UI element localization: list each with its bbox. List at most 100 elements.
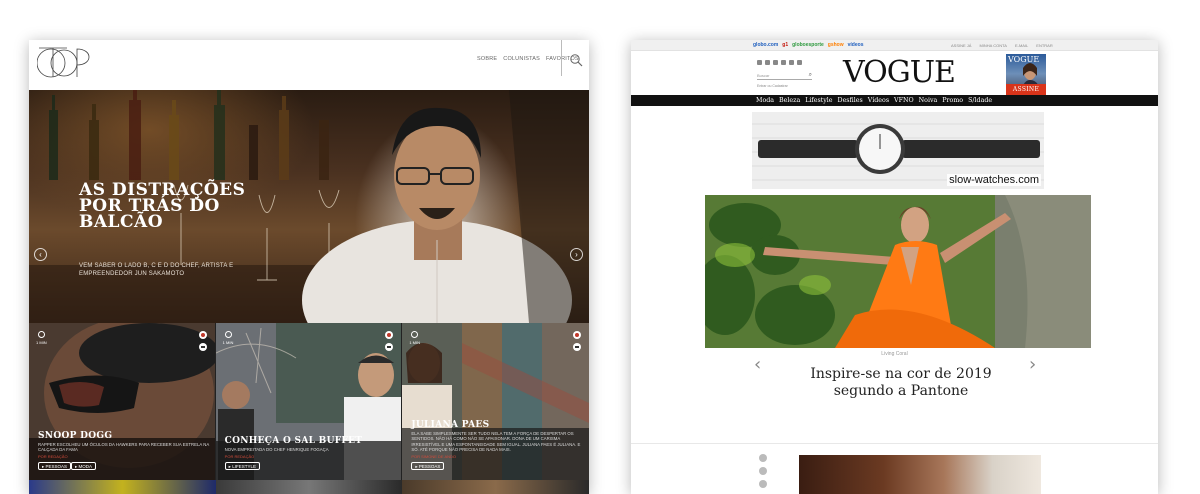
search-placeholder: Buscar xyxy=(757,73,770,78)
article-card-snoop-dogg[interactable]: 1 MIN SNOOP DOGG RAPPER ESCOLHEU UM ÓCUL… xyxy=(29,323,216,480)
subscribe-button[interactable]: ASSINE xyxy=(1006,84,1046,95)
card-title[interactable]: SNOOP DOGG xyxy=(38,431,112,441)
pinterest-share-icon[interactable] xyxy=(759,480,767,488)
hero-prev-arrow-icon[interactable]: ‹ xyxy=(34,248,47,261)
minha-conta-link[interactable]: MINHA CONTA xyxy=(979,43,1006,48)
card-title[interactable]: CONHEÇA O SAL BUFFET xyxy=(225,436,363,446)
next-card-photo[interactable] xyxy=(402,480,589,494)
nav-vfno[interactable]: VFNO xyxy=(894,96,914,105)
card-byline: POR REDAÇÃO xyxy=(224,454,255,459)
search-input[interactable]: Buscar ⌕ xyxy=(757,72,812,80)
globo-account-links: ASSINE JÁ MINHA CONTA E-MAIL ENTRAR xyxy=(951,43,1053,48)
hero-next-arrow-icon[interactable]: › xyxy=(570,248,583,261)
feature-photo xyxy=(705,195,1091,348)
next-card-photo[interactable] xyxy=(215,480,403,494)
read-time: 1 MIN xyxy=(222,340,234,345)
clock-icon xyxy=(224,331,232,338)
card-description: ELA SABE SIMPLESMENTE SER TUDO NELA TEM … xyxy=(411,431,581,453)
tag-label: MODA xyxy=(78,464,93,469)
article-card-juliana-paes[interactable]: 1 MIN JULIANA PAES ELA SABE SIMPLESMENTE… xyxy=(402,323,589,480)
hero-slide[interactable]: AS DISTRAÇÕES POR TRÁS DO BALCÃO VEM SAB… xyxy=(29,90,589,323)
search-icon[interactable] xyxy=(569,53,583,67)
card-description: RAPPER ESCOLHEU UM ÓCULOS DA HAWKERS PAR… xyxy=(38,442,209,453)
top-nav-sobre[interactable]: SOBRE xyxy=(477,56,497,62)
tag-label: PESSOAS xyxy=(45,464,68,469)
g1-link[interactable]: g1 xyxy=(782,42,788,48)
vogue-nav-items: Moda Beleza Lifestyle Desfiles Vídeos VF… xyxy=(756,96,992,105)
card-byline: POR REDAÇÃO xyxy=(38,454,68,459)
tag-pessoas[interactable]: ▸ PESSOAS xyxy=(411,462,445,470)
nav-noiva[interactable]: Noiva xyxy=(919,96,938,105)
top-nav: SOBRE COLUNISTAS FAVORITOS xyxy=(477,56,579,62)
share-icon[interactable] xyxy=(573,343,582,351)
vogue-site-window: globo.com g1 globoesporte gshow vídeos A… xyxy=(631,40,1158,494)
nav-saude[interactable]: S/ldade xyxy=(968,96,992,105)
email-link[interactable]: E-MAIL xyxy=(1015,43,1028,48)
vogue-logo[interactable]: VOGUE xyxy=(843,57,956,89)
nav-beleza[interactable]: Beleza xyxy=(779,96,800,105)
instagram-icon[interactable] xyxy=(781,60,786,65)
nav-moda[interactable]: Moda xyxy=(756,96,774,105)
feature-caption[interactable]: Inspire-se na cor de 2019 segundo a Pant… xyxy=(801,366,1001,400)
entrar-link[interactable]: ENTRAR xyxy=(1036,43,1052,48)
search-icon[interactable]: ⌕ xyxy=(809,72,812,79)
tag-lifestyle[interactable]: ▸ LIFESTYLE xyxy=(224,462,260,470)
globo-link[interactable]: globo.com xyxy=(753,42,778,48)
article-grid: 1 MIN SNOOP DOGG RAPPER ESCOLHEU UM ÓCUL… xyxy=(29,323,589,480)
next-card-photo[interactable] xyxy=(29,480,216,494)
twitter-share-icon[interactable] xyxy=(759,467,767,475)
article-card-sal-buffet[interactable]: 1 MIN CONHEÇA O SAL BUFFET NOVA EMPREITA… xyxy=(215,323,403,480)
youtube-icon[interactable] xyxy=(789,60,794,65)
nav-promo[interactable]: Promo xyxy=(942,96,963,105)
feature-kicker: Living Coral xyxy=(881,351,908,357)
vogue-nav: Moda Beleza Lifestyle Desfiles Vídeos VF… xyxy=(631,95,1158,106)
hero-title[interactable]: AS DISTRAÇÕES POR TRÁS DO BALCÃO xyxy=(79,182,249,231)
card-byline: POR SIMONE DE ANDO xyxy=(411,454,457,459)
card-description: NOVA EMPREITADA DO CHEF HENRIQUE FOGAÇA xyxy=(224,447,329,452)
social-icons xyxy=(757,60,802,65)
read-time: 1 MIN xyxy=(409,340,421,345)
facebook-share-icon[interactable] xyxy=(759,454,767,462)
twitter-icon[interactable] xyxy=(765,60,770,65)
favorite-icon[interactable] xyxy=(573,331,582,339)
globo-bar: globo.com g1 globoesporte gshow vídeos A… xyxy=(631,40,1158,51)
share-icon[interactable] xyxy=(198,343,207,351)
facebook-icon[interactable] xyxy=(757,60,762,65)
ad-url[interactable]: slow-watches.com xyxy=(947,174,1041,186)
watch-advertisement[interactable]: slow-watches.com xyxy=(752,112,1044,189)
article-grid-next-row xyxy=(29,480,589,494)
hero-subtitle: VEM SABER O LADO B, C E D DO CHEF, ARTIS… xyxy=(79,263,234,277)
top-nav-colunistas[interactable]: COLUNISTAS xyxy=(503,56,540,62)
top-site-window: SOBRE COLUNISTAS FAVORITOS AS DISTRAÇÕES… xyxy=(29,40,589,494)
read-time: 1 MIN xyxy=(36,340,47,345)
rss-icon[interactable] xyxy=(797,60,802,65)
clock-icon xyxy=(38,331,45,338)
top-logo[interactable] xyxy=(37,43,93,83)
assine-ja-link[interactable]: ASSINE JÁ xyxy=(951,43,971,48)
tag-moda[interactable]: ▸ MODA xyxy=(71,462,97,470)
nav-desfiles[interactable]: Desfiles xyxy=(838,96,863,105)
globoesporte-link[interactable]: globoesporte xyxy=(792,42,824,48)
nav-videos[interactable]: Vídeos xyxy=(868,96,889,105)
favorite-icon[interactable] xyxy=(198,331,207,339)
feature-next-arrow-icon[interactable]: › xyxy=(1029,354,1036,375)
tag-label: PESSOAS xyxy=(418,464,441,469)
top-header: SOBRE COLUNISTAS FAVORITOS xyxy=(29,40,589,90)
header-divider xyxy=(561,40,562,76)
gshow-link[interactable]: gshow xyxy=(828,42,844,48)
tag-pessoas[interactable]: ▸ PESSOAS xyxy=(38,462,72,470)
section-divider xyxy=(631,443,1158,444)
share-icons xyxy=(759,454,767,488)
feature-slide-image[interactable] xyxy=(705,195,1091,348)
next-article-image[interactable] xyxy=(799,455,1041,494)
nav-lifestyle[interactable]: Lifestyle xyxy=(805,96,832,105)
feature-prev-arrow-icon[interactable]: ‹ xyxy=(754,354,761,375)
globo-links: globo.com g1 globoesporte gshow vídeos xyxy=(753,42,863,48)
screenshot-stage: SOBRE COLUNISTAS FAVORITOS AS DISTRAÇÕES… xyxy=(0,0,1200,494)
card-title[interactable]: JULIANA PAES xyxy=(411,420,489,430)
videos-link[interactable]: vídeos xyxy=(848,42,864,48)
login-link[interactable]: Entrar ou Cadastrar xyxy=(757,84,788,88)
vogue-header: Buscar ⌕ Entrar ou Cadastrar VOGUE VOGUE xyxy=(631,51,1158,98)
pinterest-icon[interactable] xyxy=(773,60,778,65)
tag-label: LIFESTYLE xyxy=(232,464,256,469)
